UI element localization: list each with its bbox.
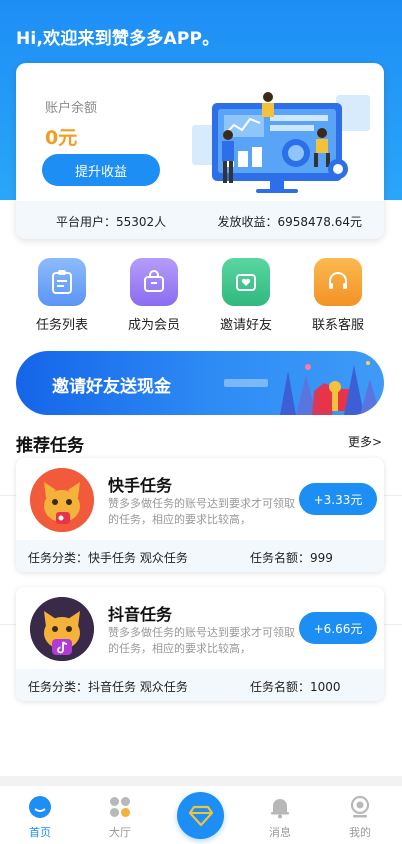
- quick-action-label: 任务列表: [35, 318, 88, 333]
- task-quota: 任务名额：1000: [250, 680, 341, 694]
- withdraw-button[interactable]: 提升收益: [42, 154, 160, 186]
- dashboard-illustration: [192, 92, 370, 193]
- task-quota: 任务名额：999: [250, 551, 333, 565]
- tab-label: 消息: [269, 826, 291, 839]
- balance-value: 0元: [45, 127, 78, 149]
- platform-users-stat: 平台用户：55302人: [56, 215, 167, 229]
- task-name: 快手任务: [108, 476, 173, 495]
- invite-banner[interactable]: 邀请好友送现金: [16, 351, 384, 415]
- banner-text: 邀请好友送现金: [52, 377, 171, 397]
- quick-action-task-list[interactable]: 任务列表: [22, 258, 102, 333]
- quick-action-support[interactable]: 联系客服: [298, 258, 378, 333]
- balance-card: 账户余额 0元 提升收益 平台用户：55302人 发放收益：6958478.64…: [16, 63, 384, 239]
- tab-home[interactable]: 首页: [5, 794, 75, 840]
- balance-label: 账户余额: [45, 101, 98, 116]
- task-card-douyin[interactable]: 抖音任务 赞多多做任务的账号达到要求才可领取的任务，相应的要求比较高， +6.6…: [16, 587, 384, 701]
- tab-hall[interactable]: 大厅: [85, 794, 155, 840]
- clipboard-icon: [38, 258, 86, 306]
- douyin-cat-icon: [30, 597, 94, 661]
- task-reward-button[interactable]: +6.66元: [299, 612, 377, 644]
- more-link[interactable]: 更多>: [348, 433, 382, 450]
- home-icon: [27, 794, 53, 820]
- task-category: 任务分类：抖音任务 观众任务: [28, 680, 188, 694]
- user-icon: [347, 794, 373, 820]
- shopping-bag-icon: [130, 258, 178, 306]
- quick-actions: 任务列表 成为会员 邀请好友 联系客服: [0, 258, 402, 334]
- quick-action-label: 联系客服: [311, 318, 364, 333]
- task-name: 抖音任务: [108, 605, 173, 624]
- quick-action-invite[interactable]: 邀请好友: [206, 258, 286, 333]
- tab-label: 首页: [29, 826, 51, 839]
- tab-mine[interactable]: 我的: [325, 794, 395, 840]
- kuaishou-cat-icon: [30, 468, 94, 532]
- bell-icon: [267, 794, 293, 820]
- task-footer: 任务分类：快手任务 观众任务 任务名额：999: [16, 540, 384, 572]
- quick-action-label: 成为会员: [127, 318, 180, 333]
- task-description: 赞多多做任务的账号达到要求才可领取的任务，相应的要求比较高，: [108, 626, 295, 655]
- gift-illustration: [224, 361, 380, 415]
- tab-label: 我的: [349, 826, 371, 839]
- diamond-icon: [188, 805, 213, 826]
- platform-stats-bar: 平台用户：55302人 发放收益：6958478.64元: [16, 201, 384, 239]
- tab-label: 大厅: [109, 826, 131, 839]
- content-bottom-band: [0, 776, 402, 786]
- center-diamond-button[interactable]: [177, 792, 224, 839]
- quick-action-label: 邀请好友: [219, 318, 272, 333]
- task-card-kuaishou[interactable]: 快手任务 赞多多做任务的账号达到要求才可领取的任务，相应的要求比较高， +3.3…: [16, 458, 384, 572]
- task-category: 任务分类：快手任务 观众任务: [28, 551, 188, 565]
- task-footer: 任务分类：抖音任务 观众任务 任务名额：1000: [16, 669, 384, 701]
- task-reward-button[interactable]: +3.33元: [299, 483, 377, 515]
- quick-action-membership[interactable]: 成为会员: [114, 258, 194, 333]
- task-description: 赞多多做任务的账号达到要求才可领取的任务，相应的要求比较高，: [108, 497, 295, 526]
- payout-stat: 发放收益：6958478.64元: [217, 215, 362, 229]
- section-title: 推荐任务: [16, 436, 84, 456]
- grid-dots-icon: [107, 794, 133, 820]
- tab-messages[interactable]: 消息: [245, 794, 315, 840]
- heart-mail-icon: [222, 258, 270, 306]
- greeting-text: Hi,欢迎来到赞多多APP。: [16, 29, 220, 49]
- headset-icon: [314, 258, 362, 306]
